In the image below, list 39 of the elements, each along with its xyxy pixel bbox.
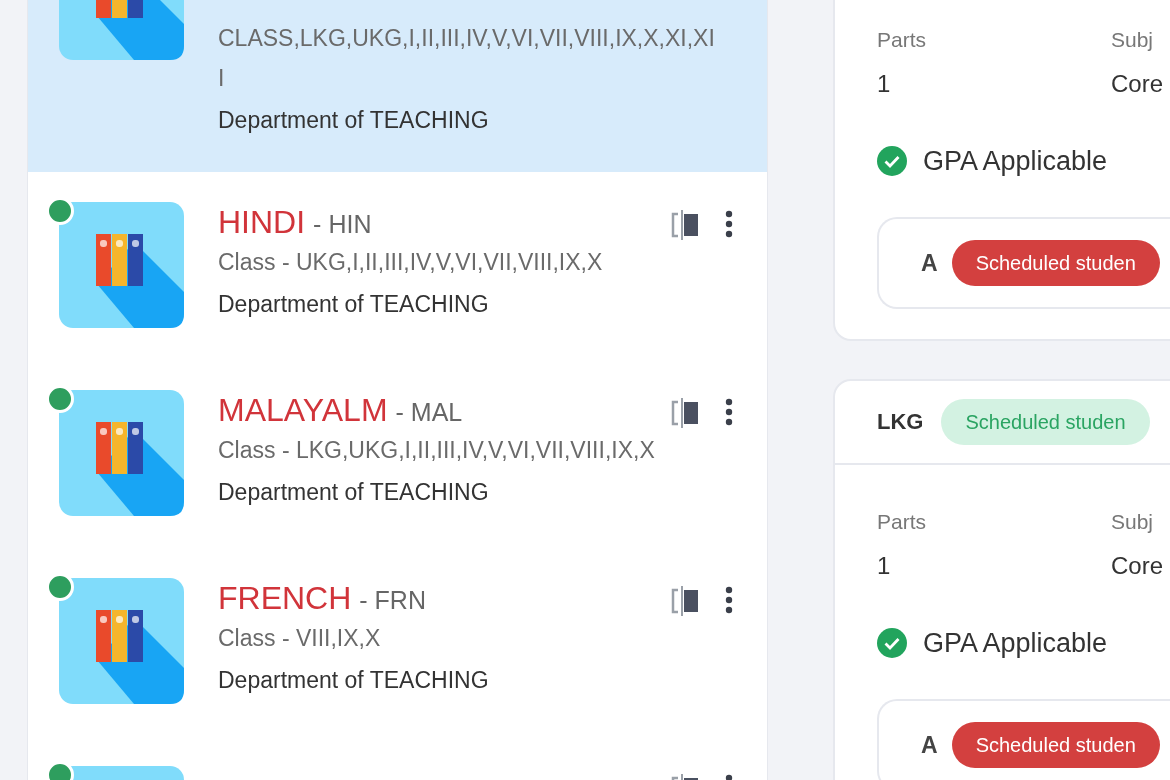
gpa-status: GPA Applicable — [923, 145, 1108, 177]
class-list: CLASS,LKG,UKG,I,II,III,IV,V,VI,VII,VIII,IX,X,XI,XII — [218, 18, 719, 98]
subject-name: HINDI — [218, 204, 306, 240]
status-badge: Scheduled studen — [951, 722, 1160, 768]
binders-icon — [59, 578, 184, 704]
department-name: Department of TEACHING — [218, 290, 490, 319]
subject-type-value: Core — [1111, 69, 1165, 99]
subject-type-label: Subj — [1111, 27, 1155, 53]
check-circle-icon — [877, 628, 907, 658]
subject-item[interactable]: HINDI - HIN Class - UKG,I,II,III,IV,V,VI,VII,VIII,IX,X Department of TEACHING — [28, 172, 767, 360]
department-name: Department of TEACHING — [218, 478, 490, 507]
class-list: Class - VIII,IX,X — [218, 618, 719, 658]
subject-name: FRENCH — [218, 580, 352, 616]
subject-code: - MAL — [395, 398, 463, 426]
class-list: Class - LKG,UKG,I,II,III,IV,V,VI,VII,VIII,IX,X — [218, 430, 719, 470]
status-badge: Scheduled studen — [941, 399, 1150, 445]
class-name: LKG — [877, 409, 924, 435]
parts-label: Parts — [877, 27, 927, 53]
binders-icon — [59, 390, 184, 516]
section-name: A — [921, 731, 938, 759]
subject-item[interactable]: FRENCH - FRN Class - VIII,IX,X Department of TEACHING — [28, 548, 767, 736]
check-circle-icon — [877, 146, 907, 176]
binders-icon — [59, 202, 184, 328]
department-name: Department of TEACHING — [218, 666, 490, 695]
subject-code: - FRN — [359, 586, 426, 614]
subject-item[interactable]: CLASS,LKG,UKG,I,II,III,IV,V,VI,VII,VIII,IX,X,XI,XII Department of TEACHING — [28, 0, 767, 172]
subject-type-value: Core — [1111, 551, 1165, 581]
class-list: Class - UKG,I,II,III,IV,V,VI,VII,VIII,IX,X — [218, 242, 719, 282]
subject-item[interactable]: MALAYALM - MAL Class - LKG,UKG,I,II,III,IV,V,VI,VII,VIII,IX,X Department of TEACHING — [28, 360, 767, 548]
subject-type-label: Subj — [1111, 509, 1155, 535]
section-name: A — [921, 249, 938, 277]
department-name: Department of TEACHING — [218, 106, 490, 135]
subject-code: - HIN — [313, 210, 372, 238]
subject-name: MALAYALM — [218, 392, 388, 428]
gpa-status: GPA Applicable — [923, 627, 1108, 659]
parts-value: 1 — [877, 551, 892, 581]
parts-label: Parts — [877, 509, 927, 535]
status-badge: Scheduled studen — [951, 240, 1160, 286]
parts-value: 1 — [877, 69, 892, 99]
